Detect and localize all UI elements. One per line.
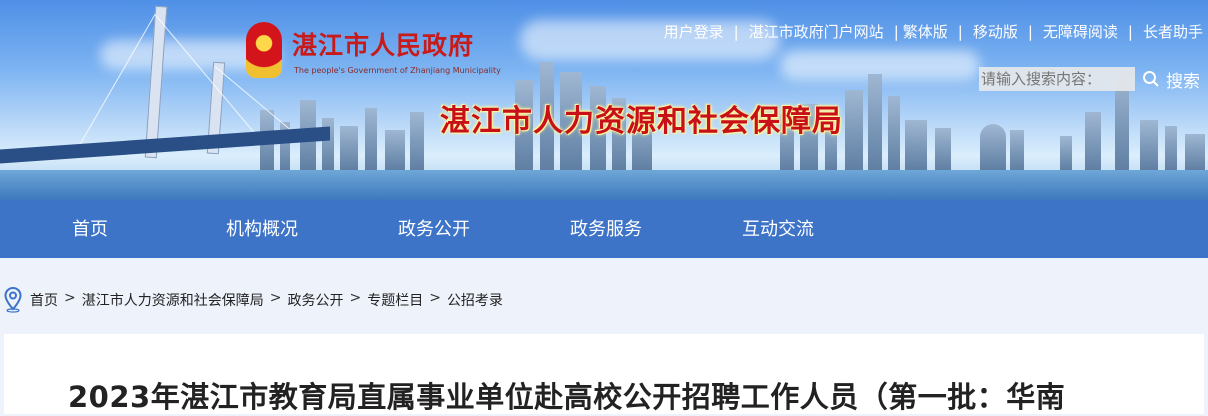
breadcrumb-separator: > <box>349 290 362 306</box>
breadcrumb-special-column[interactable]: 专题栏目 <box>367 290 423 310</box>
sea <box>0 170 1208 200</box>
nav-item-home[interactable]: 首页 <box>72 200 108 258</box>
location-pin-icon <box>4 287 22 313</box>
separator: | <box>1127 22 1133 41</box>
nav-item-interaction[interactable]: 互动交流 <box>742 200 814 258</box>
nav-item-about[interactable]: 机构概况 <box>226 200 298 258</box>
separator: | <box>893 22 899 41</box>
breadcrumb-separator: > <box>64 290 76 306</box>
breadcrumb-separator: > <box>269 290 282 306</box>
traditional-chinese-link[interactable]: 繁体版 <box>903 21 948 42</box>
separator: | <box>957 22 963 41</box>
search-button-label: 搜索 <box>1166 71 1200 92</box>
separator: | <box>733 22 739 41</box>
national-emblem-icon <box>246 22 282 78</box>
search-input[interactable] <box>979 67 1135 91</box>
article-title: 2023年湛江市教育局直属事业单位赴高校公开招聘工作人员（第一批：华南 <box>68 380 1066 414</box>
bureau-name: 湛江市人力资源和社会保障局 <box>440 104 843 139</box>
breadcrumb-gov-affairs[interactable]: 政务公开 <box>287 290 343 310</box>
separator: | <box>1027 22 1033 41</box>
search-icon <box>1143 71 1159 87</box>
bridge-tower <box>144 5 168 159</box>
gov-portal-link[interactable]: 湛江市政府门户网站 <box>749 21 884 42</box>
top-links: 用户登录 | 湛江市政府门户网站 | 繁体版 | 移动版 | 无障碍阅读 | 长… <box>664 21 1203 42</box>
mobile-version-link[interactable]: 移动版 <box>973 21 1018 42</box>
search-button[interactable]: 搜索 <box>1142 66 1200 92</box>
breadcrumb-separator: > <box>429 290 441 306</box>
nav-item-gov-services[interactable]: 政务服务 <box>570 200 642 258</box>
breadcrumb-recruitment[interactable]: 公招考录 <box>447 290 503 310</box>
article-panel: 2023年湛江市教育局直属事业单位赴高校公开招聘工作人员（第一批：华南 <box>4 334 1204 414</box>
nav-item-gov-affairs-public[interactable]: 政务公开 <box>398 200 470 258</box>
gov-name-en: The people's Government of Zhanjiang Mun… <box>294 66 501 75</box>
accessibility-link[interactable]: 无障碍阅读 <box>1043 21 1118 42</box>
main-nav: 首页 机构概况 政务公开 政务服务 互动交流 <box>0 200 1208 258</box>
elderly-assistant-link[interactable]: 长者助手 <box>1143 21 1203 42</box>
gov-name: 湛江市人民政府 <box>292 31 475 60</box>
breadcrumb-home[interactable]: 首页 <box>30 290 58 310</box>
login-link[interactable]: 用户登录 <box>664 21 724 42</box>
header-banner: 湛江市人民政府 The people's Government of Zhanj… <box>0 0 1208 200</box>
breadcrumb-bureau[interactable]: 湛江市人力资源和社会保障局 <box>82 290 264 310</box>
